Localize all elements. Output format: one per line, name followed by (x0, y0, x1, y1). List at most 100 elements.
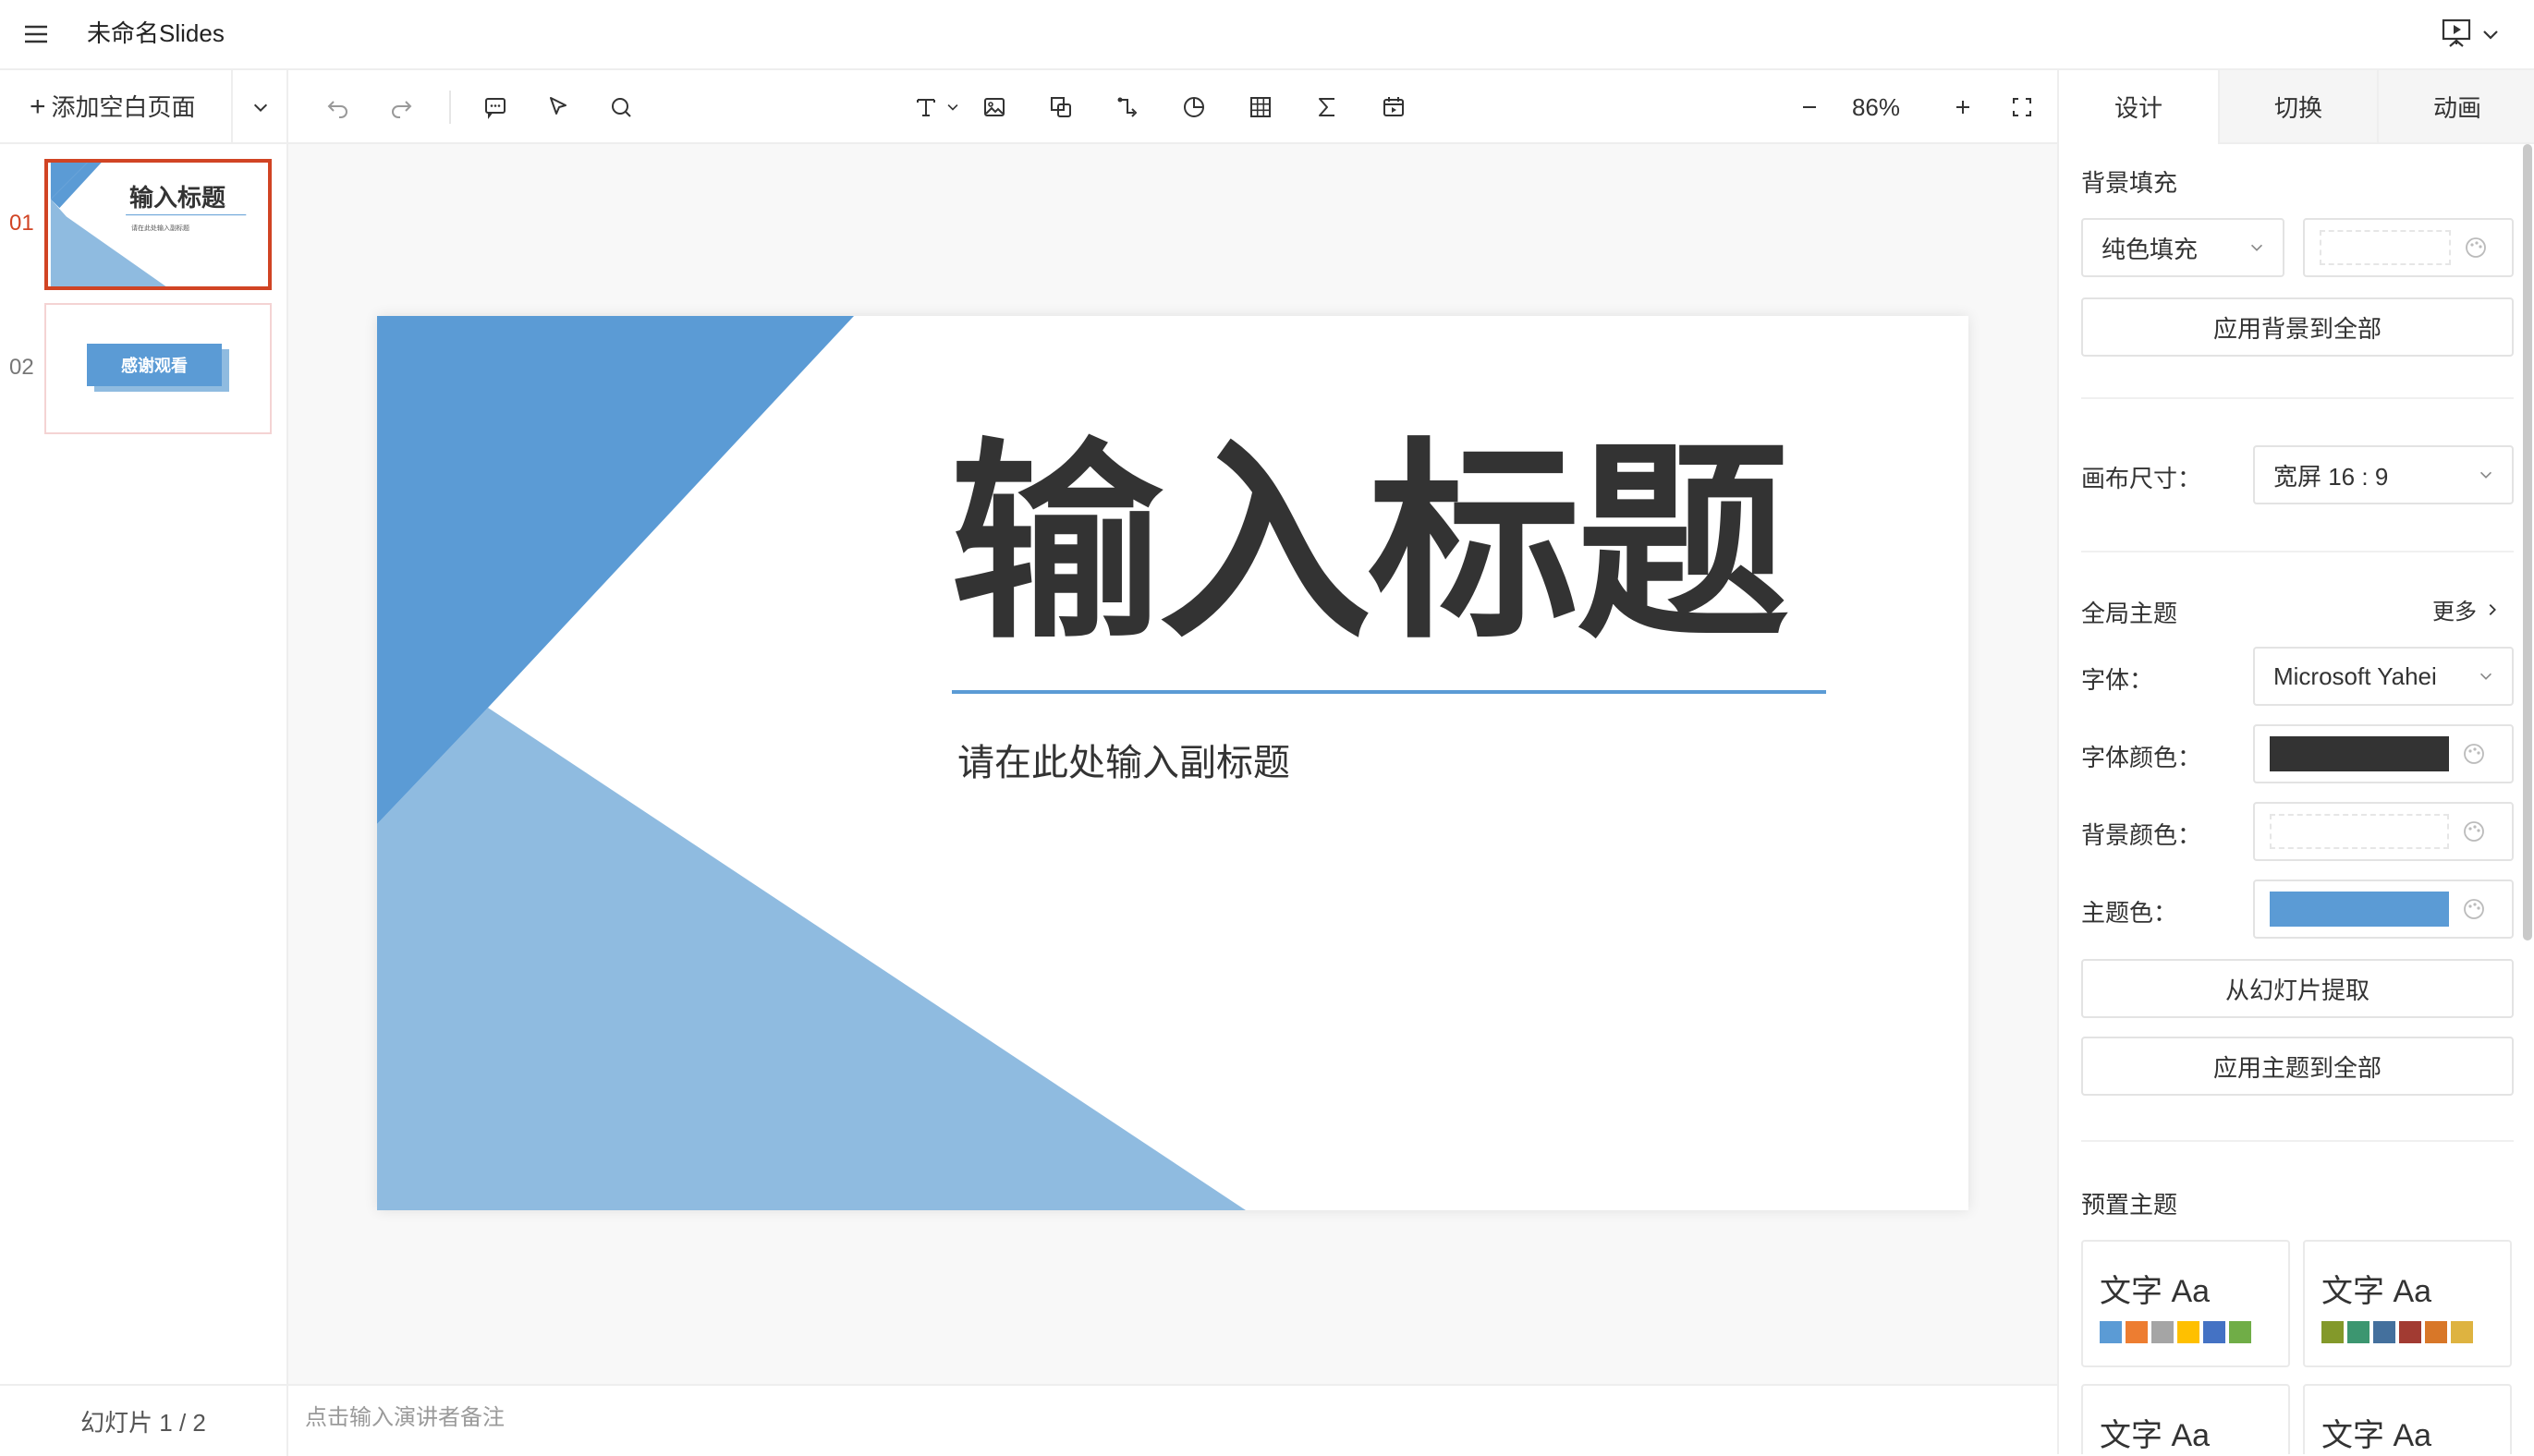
shape-icon[interactable] (1042, 89, 1079, 126)
canvas-size-value: 宽屏 16 : 9 (2273, 462, 2389, 491)
apply-background-all-button[interactable]: 应用背景到全部 (2081, 297, 2514, 357)
theme-color-row (2100, 1321, 2251, 1343)
title-divider-line (952, 690, 1826, 694)
preset-theme-card[interactable]: 文字 Aa (2081, 1384, 2290, 1454)
slide-canvas[interactable]: 输入标题 请在此处输入副标题 (377, 316, 1968, 1210)
pointer-icon[interactable] (540, 89, 577, 126)
theme-sample-text: 文字 Aa (2321, 1418, 2432, 1453)
font-select[interactable]: Microsoft Yahei (2253, 647, 2514, 706)
more-themes-link[interactable]: 更多 (2432, 593, 2501, 625)
tab-design[interactable]: 设计 (2059, 70, 2218, 144)
preset-themes-heading: 预置主题 (2081, 1191, 2178, 1219)
table-icon[interactable] (1242, 89, 1279, 126)
theme-color-row (2321, 1321, 2473, 1343)
more-label: 更多 (2432, 600, 2477, 625)
formula-icon[interactable] (1309, 89, 1346, 126)
zoom-level[interactable]: 86% (1839, 89, 1913, 126)
font-color-swatch (2270, 736, 2449, 771)
slide-counter: 幻灯片 1 / 2 (0, 1386, 288, 1456)
image-icon[interactable] (976, 89, 1013, 126)
palette-icon (2464, 821, 2484, 842)
theme-color-picker[interactable] (2253, 880, 2514, 939)
chevron-down-icon (253, 103, 268, 113)
editor-toolbar (288, 70, 2057, 144)
theme-sample-text: 文字 Aa (2100, 1274, 2211, 1309)
theme-background-color-picker[interactable] (2253, 802, 2514, 861)
font-color-label: 字体颜色： (2081, 744, 2202, 771)
font-value: Microsoft Yahei (2273, 661, 2437, 690)
design-panel: 设计 切换 动画 背景填充 纯色填充 应用背景到全部 画布尺寸： 宽屏 16 :… (2057, 70, 2534, 1454)
palette-icon (2464, 744, 2484, 764)
zoom-in-icon[interactable] (1944, 89, 1981, 126)
chevron-right-icon (2489, 603, 2496, 615)
extract-from-slide-button[interactable]: 从幻灯片提取 (2081, 959, 2514, 1018)
background-color-swatch (2270, 814, 2449, 849)
panel-scrollbar[interactable] (2523, 144, 2532, 940)
chevron-down-icon (2479, 673, 2492, 680)
preset-theme-card[interactable]: 文字 Aa (2303, 1240, 2512, 1367)
thumbnail-number: 02 (9, 355, 34, 380)
tab-transition[interactable]: 切换 (2218, 70, 2377, 144)
canvas-size-label: 画布尺寸： (2081, 465, 2202, 492)
slide-subtitle[interactable]: 请在此处输入副标题 (957, 737, 1290, 789)
preset-theme-card[interactable]: 文字 Aa (2303, 1384, 2512, 1454)
add-page-dropdown[interactable] (231, 70, 288, 144)
slide-thumbnail-panel: 01 输入标题 请在此处输入副标题 02 感谢观看 (0, 144, 288, 1384)
global-theme-heading: 全局主题 (2081, 600, 2178, 627)
speaker-notes-input[interactable]: 点击输入演讲者备注 (305, 1386, 505, 1450)
fill-type-value: 纯色填充 (2102, 235, 2199, 263)
font-label: 字体： (2081, 666, 2154, 694)
undo-icon[interactable] (320, 89, 357, 126)
palette-icon (2466, 237, 2486, 258)
zoom-out-icon[interactable] (1791, 89, 1828, 126)
apply-theme-all-button[interactable]: 应用主题到全部 (2081, 1037, 2514, 1096)
toolbar-divider (449, 91, 451, 124)
slide-thumbnail-2[interactable]: 感谢观看 (44, 303, 272, 434)
fill-type-select[interactable]: 纯色填充 (2081, 218, 2284, 277)
chevron-down-icon (2479, 471, 2492, 479)
plus-icon: + (30, 91, 46, 122)
background-color-label: 背景颜色： (2081, 821, 2202, 849)
theme-sample-text: 文字 Aa (2321, 1274, 2432, 1309)
background-fill-heading: 背景填充 (2081, 169, 2178, 197)
preset-theme-card[interactable]: 文字 Aa (2081, 1240, 2290, 1367)
theme-sample-text: 文字 Aa (2100, 1418, 2211, 1453)
thumbnail-title: 输入标题 (129, 184, 226, 212)
palette-icon (2464, 899, 2484, 919)
divider (2081, 1140, 2514, 1142)
media-icon[interactable] (1375, 89, 1412, 126)
redo-icon[interactable] (383, 89, 420, 126)
slide-title[interactable]: 输入标题 (950, 434, 1789, 656)
top-bar: 未命名Slides (0, 0, 2534, 70)
theme-color-label: 主题色： (2081, 899, 2178, 927)
divider (2081, 551, 2514, 552)
add-page-label: 添加空白页面 (51, 93, 196, 121)
slide-thumbnail-1[interactable]: 输入标题 请在此处输入副标题 (44, 159, 272, 290)
chevron-down-icon[interactable] (2480, 24, 2501, 44)
theme-color-swatch (2270, 892, 2449, 927)
add-blank-page-button[interactable]: + 添加空白页面 (30, 91, 196, 124)
background-color-picker[interactable] (2303, 218, 2514, 277)
thumbnail-number: 01 (9, 211, 34, 236)
fit-screen-icon[interactable] (2004, 89, 2041, 126)
menu-icon[interactable] (22, 20, 50, 48)
search-icon[interactable] (603, 89, 640, 126)
divider (2081, 397, 2514, 399)
comment-icon[interactable] (477, 89, 514, 126)
dark-triangle (377, 316, 854, 824)
connector-line-icon[interactable] (1109, 89, 1146, 126)
color-swatch (2320, 230, 2451, 265)
chevron-down-icon (2250, 244, 2263, 251)
text-insert-icon[interactable] (908, 89, 944, 126)
page-actions: + 添加空白页面 (0, 70, 288, 144)
document-title[interactable]: 未命名Slides (87, 17, 225, 50)
canvas-size-select[interactable]: 宽屏 16 : 9 (2253, 445, 2514, 504)
presentation-icon[interactable] (2438, 17, 2475, 50)
thumbnail-title: 感谢观看 (87, 344, 222, 386)
thumbnail-subtitle: 请在此处输入副标题 (131, 225, 189, 232)
tab-animation[interactable]: 动画 (2377, 70, 2534, 144)
bottom-bar: 幻灯片 1 / 2 点击输入演讲者备注 (0, 1384, 2057, 1456)
chevron-down-icon[interactable] (941, 89, 965, 126)
chart-icon[interactable] (1176, 89, 1212, 126)
font-color-picker[interactable] (2253, 724, 2514, 783)
